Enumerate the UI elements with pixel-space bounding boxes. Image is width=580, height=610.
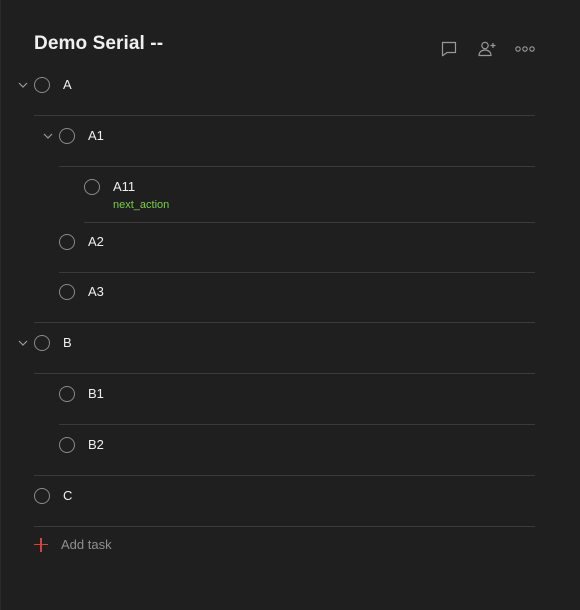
task-label-tag[interactable]: next_action <box>113 199 169 211</box>
divider <box>34 115 535 116</box>
task-item[interactable]: A2 <box>0 223 535 273</box>
task-checkbox[interactable] <box>34 77 50 93</box>
comments-button[interactable] <box>438 38 460 60</box>
task-item[interactable]: B1 <box>0 375 535 425</box>
task-item[interactable]: A <box>0 66 535 116</box>
project-view: Demo Serial -- A A1 A11 next_action A2 A… <box>0 0 580 610</box>
task-item[interactable]: C <box>0 477 535 527</box>
task-label: A11 <box>113 179 136 194</box>
task-label: C <box>63 488 73 503</box>
comment-icon <box>441 41 457 57</box>
task-item[interactable]: A11 next_action <box>0 168 535 223</box>
divider <box>34 526 535 527</box>
chevron-down-icon[interactable] <box>16 336 30 350</box>
task-label: B2 <box>88 437 104 452</box>
task-item[interactable]: A1 <box>0 117 535 167</box>
task-checkbox[interactable] <box>59 437 75 453</box>
task-item[interactable]: B <box>0 324 535 374</box>
divider <box>59 424 535 425</box>
divider <box>34 322 535 323</box>
project-toolbar <box>438 38 536 60</box>
share-user-icon <box>478 41 496 57</box>
task-checkbox[interactable] <box>34 335 50 351</box>
divider <box>34 373 535 374</box>
task-label: B <box>63 335 72 350</box>
share-button[interactable] <box>476 38 498 60</box>
task-label: A <box>63 77 72 92</box>
chevron-down-icon[interactable] <box>16 78 30 92</box>
task-item[interactable]: B2 <box>0 426 535 476</box>
add-task-label: Add task <box>61 537 112 552</box>
task-label: A1 <box>88 128 104 143</box>
task-label: B1 <box>88 386 104 401</box>
task-checkbox[interactable] <box>59 234 75 250</box>
task-checkbox[interactable] <box>59 284 75 300</box>
more-icon <box>515 46 535 52</box>
task-checkbox[interactable] <box>59 386 75 402</box>
task-checkbox[interactable] <box>84 179 100 195</box>
task-checkbox[interactable] <box>59 128 75 144</box>
page-title: Demo Serial -- <box>34 33 164 54</box>
task-label: A2 <box>88 234 104 249</box>
plus-icon <box>34 537 48 552</box>
chevron-down-icon[interactable] <box>41 129 55 143</box>
task-label: A3 <box>88 284 104 299</box>
divider <box>34 475 535 476</box>
more-actions-button[interactable] <box>514 38 536 60</box>
task-checkbox[interactable] <box>34 488 50 504</box>
task-item[interactable]: A3 <box>0 273 535 323</box>
add-task-button[interactable]: Add task <box>34 537 112 552</box>
divider <box>59 166 535 167</box>
